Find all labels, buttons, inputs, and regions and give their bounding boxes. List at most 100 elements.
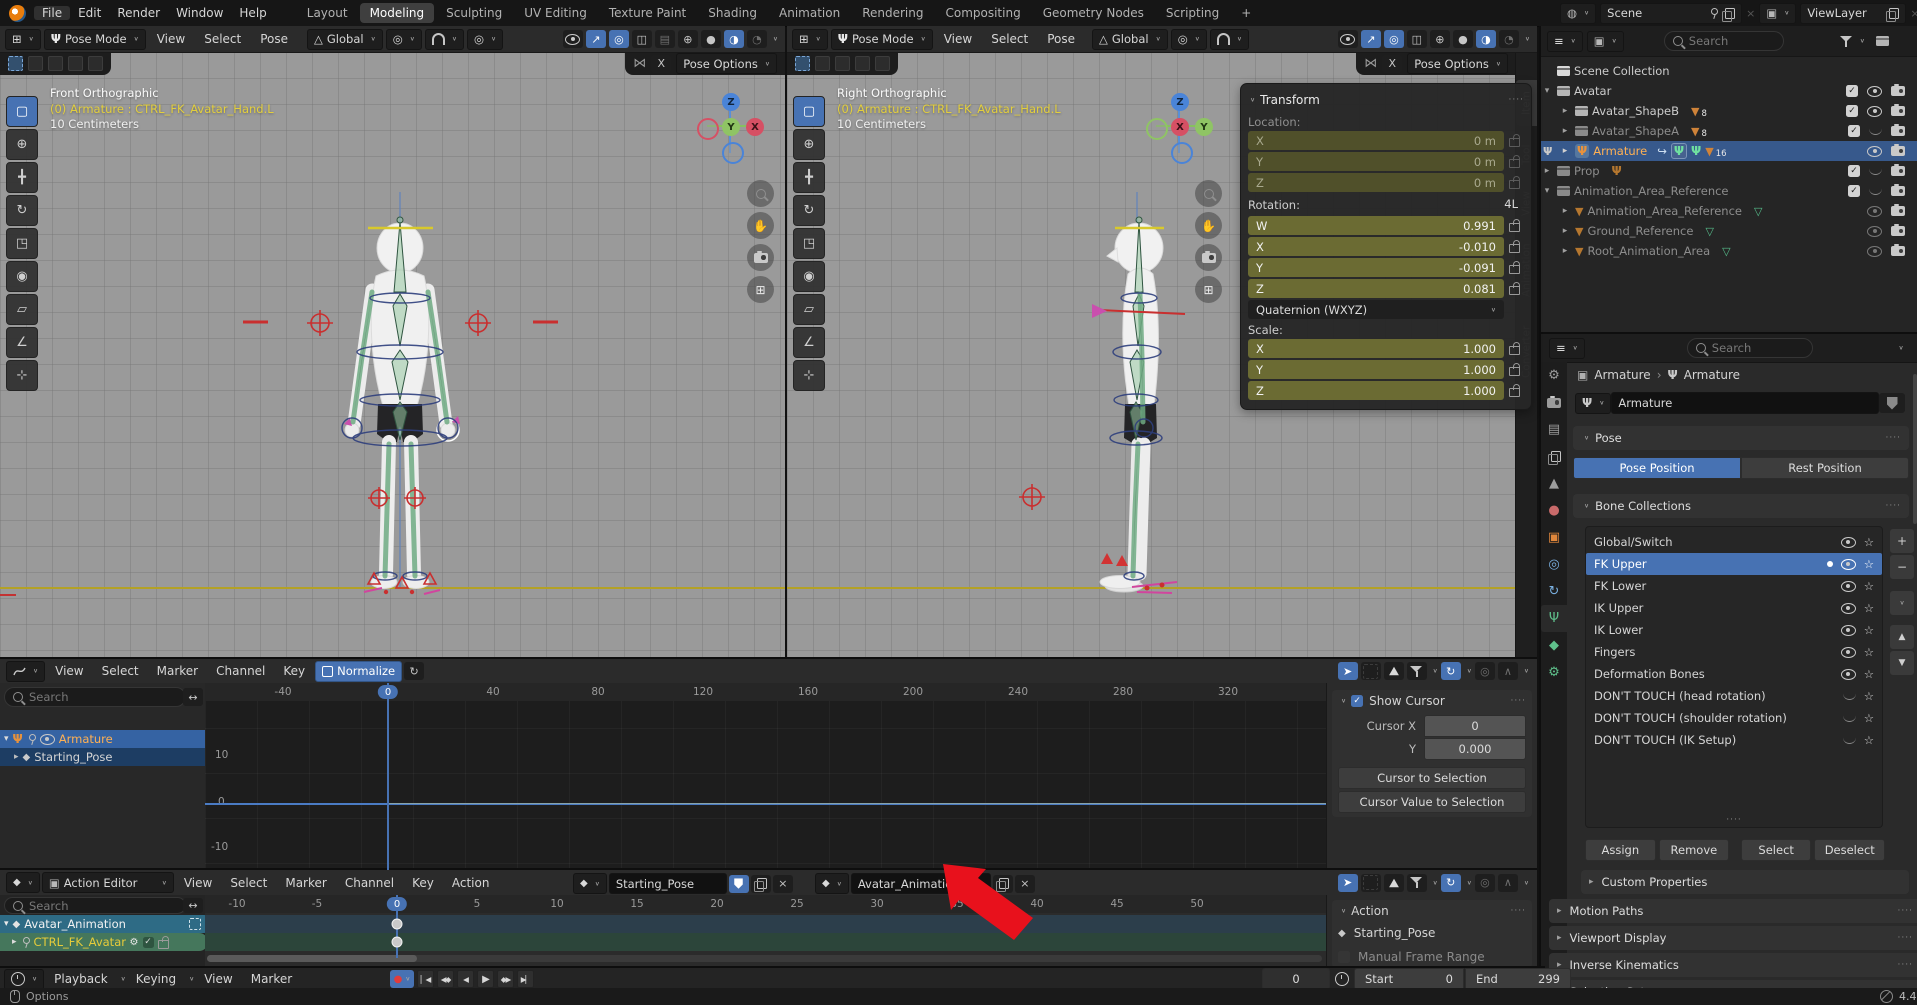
gizmo-y-axis[interactable]: Y (1195, 118, 1213, 136)
cursor-value-to-selection-button[interactable]: Cursor Value to Selection (1338, 791, 1526, 813)
graph-ruler[interactable]: -40 40 80 120 160 200 240 280 320 (205, 683, 1327, 701)
tree-row-animation-area-reference-mesh[interactable]: ▸▼ Animation_Area_Reference ▽ (1541, 201, 1917, 221)
camera-visibility-icon[interactable] (1891, 226, 1905, 236)
channel-row-starting-pose[interactable]: ▸ ◆ Starting_Pose (0, 748, 213, 766)
previous-keyframe-button[interactable]: ◀◆ (437, 970, 454, 988)
star-icon[interactable]: ☆ (1864, 601, 1874, 615)
move-tool[interactable]: ╋ (6, 162, 38, 193)
lock-icon[interactable] (1504, 282, 1524, 295)
scene-tab[interactable]: ▲ (1541, 470, 1567, 497)
cursor-tool[interactable]: ⊕ (793, 129, 825, 160)
move-tool[interactable]: ╋ (793, 162, 825, 193)
select-box-tool[interactable]: ▢ (793, 96, 825, 127)
duplicate-icon[interactable] (1725, 8, 1735, 19)
rotation-y-field[interactable]: Y-0.091 (1248, 258, 1504, 277)
horizontal-scrollbar[interactable] (207, 955, 1322, 962)
eye-closed-icon[interactable] (1869, 187, 1882, 195)
star-icon[interactable]: ☆ (1864, 711, 1874, 725)
graph-curve-area[interactable]: -40 40 80 120 160 200 240 280 320 10 0 -… (205, 683, 1327, 870)
eye-icon[interactable] (40, 734, 55, 745)
viewport-display-panel[interactable]: ▸ Viewport Display ···· (1549, 926, 1917, 950)
normalize-toggle[interactable]: Normalize (315, 661, 402, 682)
editor-type-dropdown[interactable]: ∨ (6, 661, 45, 682)
expander-icon[interactable]: ▸ (1559, 206, 1571, 216)
shading-solid-button[interactable]: ● (1453, 30, 1473, 48)
show-cursor-header[interactable]: ∨ ✓ Show Cursor ···· (1338, 694, 1526, 708)
fcurve-line[interactable] (388, 803, 1327, 804)
tree-row-scene-collection[interactable]: Scene Collection (1541, 61, 1917, 81)
action-icon-dropdown[interactable]: ◆∨ (573, 873, 607, 894)
properties-options-dropdown[interactable]: ∨ (1891, 339, 1911, 357)
menu-view[interactable]: View (176, 876, 220, 890)
filter-swap-button[interactable]: ↔ (183, 688, 203, 706)
menu-key[interactable]: Key (275, 664, 313, 678)
menu-select[interactable]: Select (196, 32, 249, 46)
gizmo-y-neg-axis[interactable] (1146, 118, 1168, 140)
proportional-edit-toggle[interactable]: ↻ (1441, 874, 1461, 892)
bone-collection-global-switch[interactable]: Global/Switch☆ (1586, 531, 1882, 553)
world-tab[interactable]: ● (1541, 497, 1567, 524)
summary-key-band[interactable] (205, 915, 1327, 933)
exclude-checkbox[interactable]: ✓ (1848, 185, 1860, 197)
slot-icon[interactable] (189, 918, 201, 930)
eye-closed-icon[interactable] (1869, 167, 1882, 175)
gizmos-toggle[interactable]: ↗ (586, 30, 606, 48)
eye-icon[interactable] (1841, 647, 1856, 658)
active-tool-icon[interactable] (795, 56, 810, 71)
graph-search-input[interactable] (4, 687, 186, 707)
menu-help[interactable]: Help (231, 6, 274, 20)
remove-button[interactable]: Remove (1659, 839, 1730, 861)
star-icon[interactable]: ☆ (1864, 733, 1874, 747)
box-select-icon[interactable] (1361, 662, 1381, 680)
lock-icon[interactable] (1504, 384, 1524, 397)
camera-visibility-icon[interactable] (1891, 166, 1905, 176)
bone-collection-fk-upper[interactable]: FK Upper☆ (1586, 553, 1882, 575)
camera-visibility-icon[interactable] (1891, 106, 1905, 116)
expander-icon[interactable]: ▸ (14, 752, 19, 762)
bone-collections-panel-header[interactable]: ∨ Bone Collections ···· (1573, 494, 1909, 518)
expander-icon[interactable]: ▸ (1559, 146, 1571, 156)
cursor-tool[interactable]: ⊕ (6, 129, 38, 160)
eye-icon[interactable] (1867, 86, 1882, 97)
bone-collection-specials-menu[interactable]: ∨ (1889, 590, 1915, 616)
lock-icon[interactable] (1504, 240, 1524, 253)
eye-closed-icon[interactable] (1843, 736, 1856, 744)
expander-icon[interactable]: ▸ (12, 937, 17, 947)
select-tool-icon[interactable]: ➤ (1338, 662, 1358, 680)
channel-row-armature[interactable]: ▾ Ψ Armature (0, 730, 213, 748)
menu-view[interactable]: View (149, 32, 193, 46)
menu-view[interactable]: View (936, 32, 980, 46)
menu-marker[interactable]: Marker (277, 876, 334, 890)
channel-enable-checkbox[interactable]: ✓ (143, 937, 154, 948)
mirror-x-toggle[interactable]: X (1382, 55, 1402, 73)
orientation-dropdown[interactable]: △Global∨ (307, 29, 383, 50)
select-box-tool[interactable]: ▢ (6, 96, 38, 127)
select-mode-new-icon[interactable] (28, 56, 43, 71)
output-tab[interactable]: ▤ (1541, 416, 1567, 443)
editor-type-dropdown[interactable]: ⊞∨ (5, 29, 41, 50)
pin-icon[interactable] (27, 734, 36, 745)
drag-handle-icon[interactable]: ···· (1509, 95, 1524, 105)
location-y-field[interactable]: Y0 m (1248, 152, 1504, 171)
dope-search-input[interactable] (4, 897, 186, 914)
location-z-field[interactable]: Z0 m (1248, 173, 1504, 192)
extra-tool[interactable]: ⊹ (6, 360, 38, 391)
pose-position-button[interactable]: Pose Position (1573, 457, 1741, 479)
exclude-checkbox[interactable]: ✓ (1846, 85, 1858, 97)
expander-icon[interactable]: ▸ (1559, 226, 1571, 236)
tab-uv-editing[interactable]: UV Editing (514, 3, 597, 23)
current-frame-field[interactable]: 0 (1262, 968, 1330, 990)
visibility-dropdown[interactable] (1338, 30, 1358, 48)
tree-row-ground-reference[interactable]: ▸▼ Ground_Reference ▽ (1541, 221, 1917, 241)
menu-select[interactable]: Select (94, 664, 147, 678)
drag-handle-icon[interactable]: ···· (1898, 960, 1913, 970)
drag-handle-icon[interactable]: ···· (1511, 696, 1526, 706)
measure-tool[interactable]: ∠ (6, 327, 38, 358)
scene-name-field[interactable]: Scene (1600, 3, 1742, 24)
channel-row-avatar-animation[interactable]: ▾ ◆ Avatar_Animation (0, 915, 213, 933)
bone-collection-dont-touch-ik[interactable]: DON'T TOUCH (IK Setup)☆ (1586, 729, 1882, 751)
unlink-action-button[interactable]: × (773, 875, 793, 893)
dope-ruler[interactable]: -10 -5 5 10 15 20 25 30 35 40 45 50 (205, 895, 1327, 913)
pivot-dropdown[interactable]: ◎∨ (386, 29, 422, 50)
render-tab[interactable] (1541, 389, 1567, 416)
